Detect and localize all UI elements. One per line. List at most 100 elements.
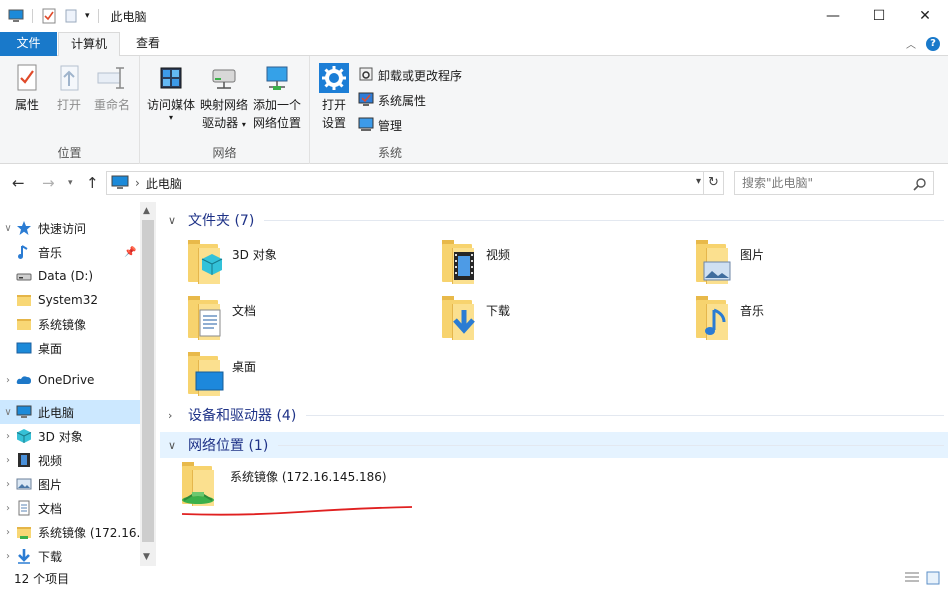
section-folders-header[interactable]: ∨ 文件夹 (7) [160,207,948,233]
details-view-icon[interactable] [904,571,920,588]
tab-computer[interactable]: 计算机 [58,32,120,57]
uninstall-programs-button[interactable]: 卸载或更改程序 [358,64,462,86]
folder-tile-3d-objects[interactable]: 3D 对象 [184,238,277,290]
scroll-up-icon[interactable]: ▲ [143,206,150,216]
chevron-right-icon[interactable]: › [135,176,140,190]
chevron-down-icon[interactable]: ∨ [168,439,182,452]
folder-tile-videos[interactable]: 视频 [438,238,510,290]
sidebar-item-system32[interactable]: System32 [0,288,140,312]
back-arrow-icon[interactable]: ← [12,174,25,192]
sidebar-item-label: 图片 [38,477,63,492]
sidebar-item-label: 快速访问 [38,221,87,236]
large-icons-view-icon[interactable] [926,571,940,588]
folder-tile-desktop[interactable]: 桌面 [184,350,256,402]
address-bar[interactable]: › 此电脑 ▾ [106,171,704,195]
add-network-location-button[interactable]: 添加一个 网络位置 [250,62,304,132]
close-button[interactable]: ✕ [902,0,948,32]
computer-icon [111,174,129,193]
ribbon-group-system: 打开 设置 卸载或更改程序 系统属性 管理 系统 [310,56,470,164]
sidebar-item-quick-access[interactable]: ∨ 快速访问 [0,216,140,240]
folder-tile-documents[interactable]: 文档 [184,294,256,346]
manage-label: 管理 [378,118,403,133]
sidebar-item-label: 桌面 [38,341,63,356]
desktop-icon [184,350,224,398]
breadcrumb[interactable]: 此电脑 [146,175,182,192]
scrollbar-thumb[interactable] [142,220,154,542]
scroll-down-icon[interactable]: ▼ [143,552,150,562]
minimize-button[interactable]: — [810,0,856,32]
folder-name: 视频 [486,248,511,262]
sidebar-item-onedrive[interactable]: › OneDrive [0,368,140,392]
properties-icon[interactable] [41,8,57,24]
search-input[interactable]: 搜索"此电脑" [734,171,934,195]
new-folder-icon[interactable] [63,8,79,24]
chevron-right-icon[interactable]: › [0,527,16,538]
sidebar-item-label: 下载 [38,549,63,564]
chevron-right-icon[interactable]: › [0,455,16,466]
chevron-right-icon[interactable]: › [0,431,16,442]
location-group-label: 位置 [57,146,82,160]
divider [264,219,944,221]
rename-button[interactable]: 重命名 [90,62,134,114]
section-title: 设备和驱动器 (4) [188,408,297,424]
sidebar-scrollbar[interactable]: ▲ ▼ [140,202,156,566]
ribbon-group-location: 属性 打开 重命名 位置 [0,56,140,164]
maximize-button[interactable]: ☐ [856,0,902,32]
sidebar-item-videos[interactable]: › 视频 [0,448,140,472]
computer-icon[interactable] [8,8,24,24]
sidebar-item-desktop[interactable]: 桌面 [0,336,140,360]
sidebar-item-documents[interactable]: › 文档 [0,496,140,520]
chevron-right-icon[interactable]: › [168,409,182,422]
up-arrow-icon[interactable]: ↑ [86,174,99,192]
chevron-right-icon[interactable]: › [0,503,16,514]
tab-view[interactable]: 查看 [124,32,172,56]
chevron-down-icon[interactable]: ∨ [0,223,16,234]
help-icon[interactable]: ? [926,36,940,51]
properties-button[interactable]: 属性 [8,62,46,114]
sidebar-item-label: OneDrive [38,373,95,387]
sidebar-item-system-image[interactable]: 系统镜像 [0,312,140,336]
map-network-drive-button[interactable]: 映射网络 驱动器 ▾ [198,62,250,134]
system-properties-button[interactable]: 系统属性 [358,89,426,111]
sidebar-item-this-pc[interactable]: ∨ 此电脑 [0,400,140,424]
pin-icon[interactable]: 📌 [124,247,136,258]
manage-icon [358,116,374,135]
navigation-bar: ← → ▾ ↑ › 此电脑 ▾ ↻ 搜索"此电脑" [0,164,948,202]
chevron-right-icon[interactable]: › [0,551,16,562]
refresh-button[interactable]: ↻ [704,171,724,195]
forward-arrow-icon[interactable]: → [42,174,55,192]
folder-tile-music[interactable]: 音乐 [692,294,764,346]
section-network-header[interactable]: ∨ 网络位置 (1) [160,432,948,458]
access-media-button[interactable]: 访问媒体 ▾ [144,62,198,122]
sidebar-item-network-image[interactable]: › 系统镜像 (172.16.145.186) [0,520,140,544]
recent-locations-icon[interactable]: ▾ [68,178,73,188]
sidebar-item-3d-objects[interactable]: › 3D 对象 [0,424,140,448]
manage-button[interactable]: 管理 [358,114,402,136]
tab-file[interactable]: 文件 [0,32,57,56]
sidebar-item-label: 文档 [38,501,63,516]
folder-tile-pictures[interactable]: 图片 [692,238,764,290]
chevron-right-icon[interactable]: › [0,375,16,386]
sidebar-item-downloads[interactable]: › 下载 [0,544,140,566]
system-properties-icon [358,91,374,110]
chevron-down-icon[interactable]: ∨ [0,407,16,418]
folder-name: 桌面 [232,360,257,374]
open-button[interactable]: 打开 [50,62,88,114]
properties-icon [11,62,43,94]
open-settings-button[interactable]: 打开 设置 [316,62,352,132]
sidebar-item-music[interactable]: 音乐 📌 [0,240,140,264]
item-count: 12 个项目 [14,572,70,586]
sidebar-item-pictures[interactable]: › 图片 [0,472,140,496]
address-dropdown-icon[interactable]: ▾ [696,176,701,187]
customize-quick-access-icon[interactable]: ▾ [85,11,90,21]
search-icon[interactable] [913,176,927,198]
sidebar-item-data-drive[interactable]: Data (D:) [0,264,140,288]
collapse-ribbon-icon[interactable]: ︿ [906,36,916,51]
section-devices-header[interactable]: › 设备和驱动器 (4) [160,402,948,428]
chevron-down-icon[interactable]: ∨ [168,214,182,227]
chevron-right-icon[interactable]: › [0,479,16,490]
map-drive-label-line1: 映射网络 [199,98,248,112]
folder-tile-downloads[interactable]: 下载 [438,294,510,346]
open-settings-label-line1: 打开 [321,98,346,112]
system-properties-label: 系统属性 [378,93,427,108]
